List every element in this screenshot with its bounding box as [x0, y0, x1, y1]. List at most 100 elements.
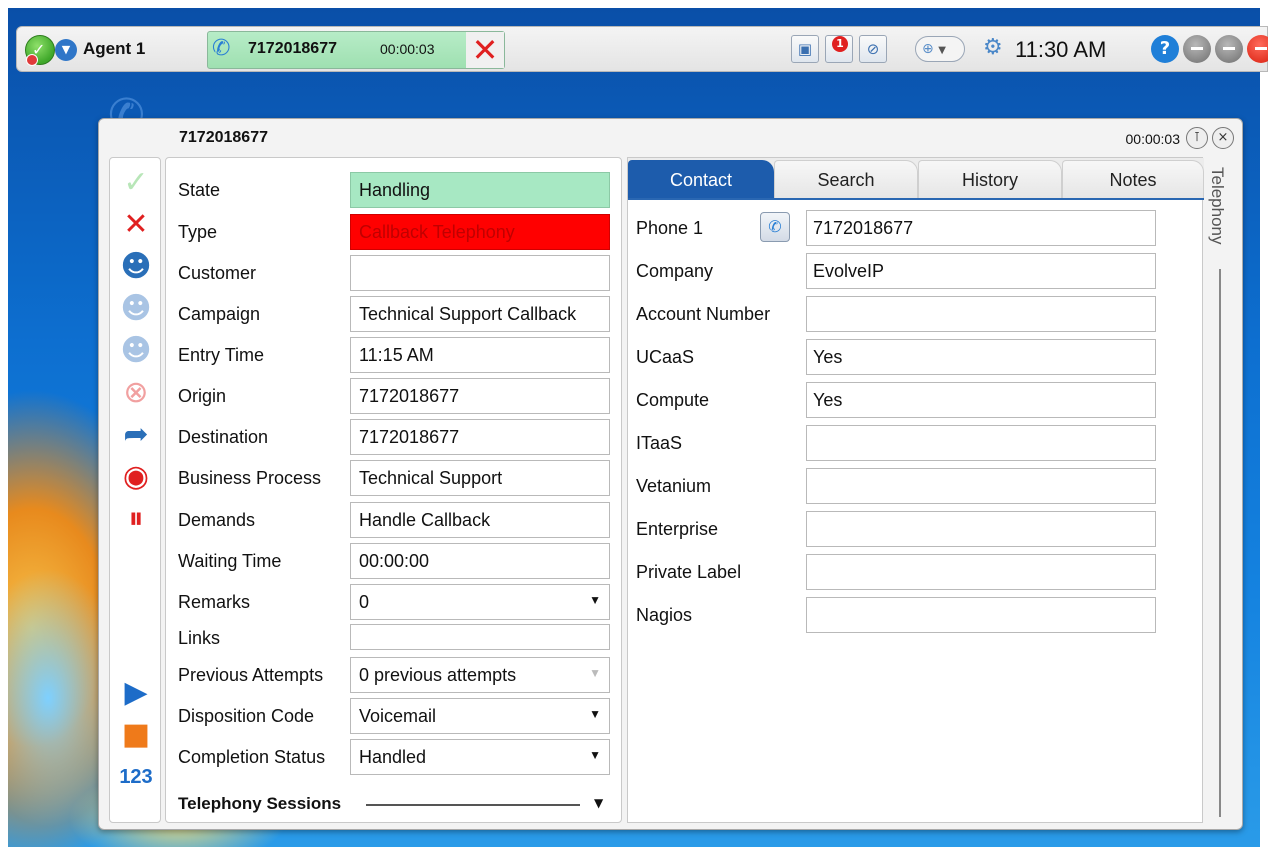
origin-field[interactable]: 7172018677: [350, 378, 610, 414]
form-row-type: Type Callback Telephony: [166, 212, 623, 250]
play-icon[interactable]: ▶: [116, 674, 156, 712]
status-dropdown-button[interactable]: ▼: [55, 39, 77, 61]
telephony-side-tab[interactable]: Telephony: [1205, 157, 1235, 823]
completion-status-label: Completion Status: [178, 747, 326, 767]
vetanium-field[interactable]: [806, 468, 1156, 504]
chevron-down-icon: ▼: [589, 593, 601, 607]
compute-field[interactable]: Yes: [806, 382, 1156, 418]
restore-button[interactable]: [1215, 35, 1243, 63]
minimize-button[interactable]: [1183, 35, 1211, 63]
waiting-time-field[interactable]: 00:00:00: [350, 543, 610, 579]
form-row-campaign: Campaign Technical Support Callback: [166, 294, 623, 332]
type-field: Callback Telephony: [350, 214, 610, 250]
state-field: Handling: [350, 172, 610, 208]
remarks-select[interactable]: 0 ▼: [350, 584, 610, 620]
record-icon[interactable]: ◉: [116, 458, 156, 496]
dialpad-button[interactable]: 123: [116, 758, 156, 796]
account-number-label: Account Number: [636, 304, 771, 324]
window-title: 7172018677: [179, 129, 268, 146]
agent-toolbar: ✓ ▼ Agent 1 ✆ 7172018677 00:00:03 ✕ ▣ 1 …: [16, 26, 1268, 72]
disposition-code-value: Voicemail: [359, 706, 437, 726]
compute-label: Compute: [636, 390, 710, 410]
enterprise-field[interactable]: [806, 511, 1156, 547]
form-row-origin: Origin 7172018677: [166, 376, 623, 414]
business-process-field[interactable]: Technical Support: [350, 460, 610, 496]
chevron-down-icon: ▼: [589, 748, 601, 762]
call-tab-timer: 00:00:03: [380, 41, 435, 57]
cancel-circle-icon[interactable]: ⊗: [116, 374, 156, 412]
business-process-label: Business Process: [178, 468, 322, 488]
customer-remove-icon[interactable]: ☻: [116, 332, 156, 370]
customer-add-icon[interactable]: ☻: [116, 290, 156, 328]
campaign-field[interactable]: Technical Support Callback: [350, 296, 610, 332]
nagios-label: Nagios: [636, 605, 693, 625]
agent-status-icon[interactable]: ✓: [25, 35, 55, 66]
previous-attempts-label: Previous Attempts: [178, 665, 324, 685]
contact-card-button[interactable]: ▣: [791, 35, 819, 63]
form-row-entry-time: Entry Time 11:15 AM: [166, 335, 623, 373]
demands-label: Demands: [178, 510, 256, 530]
itaas-field[interactable]: [806, 425, 1156, 461]
customer-info-icon[interactable]: ☻: [116, 248, 156, 286]
chevron-down-icon: ▼: [589, 666, 601, 680]
destination-field[interactable]: 7172018677: [350, 419, 610, 455]
itaas-label: ITaaS: [636, 433, 683, 453]
disposition-code-select[interactable]: Voicemail ▼: [350, 698, 610, 734]
private-label-field[interactable]: [806, 554, 1156, 590]
help-button[interactable]: ?: [1151, 35, 1179, 63]
contact-row-private-label: Private Label: [628, 552, 1188, 590]
phone-1-field[interactable]: 7172018677: [806, 210, 1156, 246]
form-row-state: State Handling: [166, 170, 623, 208]
completion-status-select[interactable]: Handled ▼: [350, 739, 610, 775]
previous-attempts-select[interactable]: 0 previous attempts ▼: [350, 657, 610, 693]
telephony-sessions-divider: [366, 804, 580, 806]
pause-record-icon[interactable]: ⏸: [116, 500, 156, 538]
links-field[interactable]: [350, 624, 610, 650]
stop-icon[interactable]: ■: [116, 716, 156, 754]
plus-circle-icon: ⊕: [922, 41, 934, 57]
telephony-sessions-header[interactable]: Telephony Sessions: [178, 794, 341, 814]
tab-contact[interactable]: Contact: [628, 160, 774, 198]
notifications-button[interactable]: 1: [825, 35, 853, 63]
company-label: Company: [636, 261, 714, 281]
chevron-down-icon[interactable]: ▼: [594, 796, 603, 810]
reject-x-icon[interactable]: ✕: [116, 206, 156, 244]
form-row-remarks: Remarks 0 ▼: [166, 582, 623, 620]
window-timer: 00:00:03: [1125, 131, 1181, 147]
enterprise-label: Enterprise: [636, 519, 719, 539]
form-row-customer: Customer: [166, 253, 623, 291]
campaign-label: Campaign: [178, 304, 261, 324]
form-row-links: Links: [166, 618, 623, 656]
ucaas-field[interactable]: Yes: [806, 339, 1156, 375]
accept-check-icon[interactable]: ✓: [116, 164, 156, 202]
close-call-icon[interactable]: ✕: [466, 32, 504, 68]
dial-phone-button[interactable]: ✆: [760, 212, 790, 242]
customer-field[interactable]: [350, 255, 610, 291]
contact-row-compute: Compute Yes: [628, 380, 1188, 418]
tab-history[interactable]: History: [918, 160, 1062, 198]
contact-card-icon: ▣: [797, 40, 813, 58]
disposition-code-label: Disposition Code: [178, 706, 315, 726]
form-row-disposition-code: Disposition Code Voicemail ▼: [166, 696, 623, 734]
customer-label: Customer: [178, 263, 257, 283]
tab-notes[interactable]: Notes: [1062, 160, 1204, 198]
settings-gear-icon[interactable]: ⚙: [983, 37, 1003, 59]
add-dropdown-button[interactable]: ⊕ ▼: [915, 36, 965, 62]
company-field[interactable]: EvolveIP: [806, 253, 1156, 289]
pin-icon[interactable]: ⊺: [1186, 127, 1208, 149]
contact-row-enterprise: Enterprise: [628, 509, 1188, 547]
entry-time-field[interactable]: 11:15 AM: [350, 337, 610, 373]
nagios-field[interactable]: [806, 597, 1156, 633]
interaction-window: 7172018677 00:00:03 ⊺ × ✓ ✕ ☻ ☻ ☻ ⊗ ➦ ◉ …: [98, 118, 1243, 830]
interaction-details-form: State Handling Type Callback Telephony C…: [165, 157, 622, 823]
entry-time-label: Entry Time: [178, 345, 265, 365]
forward-arrow-icon[interactable]: ➦: [116, 416, 156, 454]
chevron-down-icon: ▼: [589, 707, 601, 721]
account-number-field[interactable]: [806, 296, 1156, 332]
demands-field[interactable]: Handle Callback: [350, 502, 610, 538]
close-app-button[interactable]: [1247, 35, 1268, 63]
active-call-tab[interactable]: ✆ 7172018677 00:00:03 ✕: [207, 31, 505, 69]
mute-notifications-button[interactable]: ⊘: [859, 35, 887, 63]
close-window-icon[interactable]: ×: [1212, 127, 1234, 149]
tab-search[interactable]: Search: [774, 160, 918, 198]
